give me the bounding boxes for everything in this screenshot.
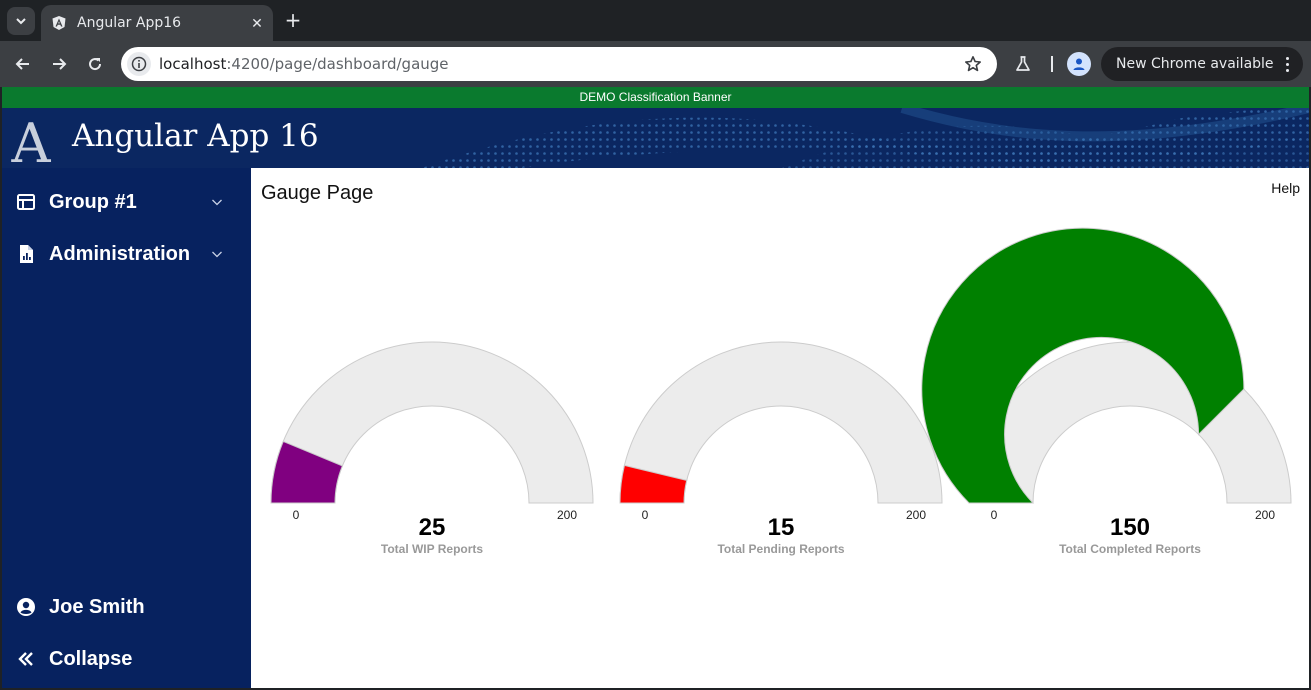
url-host: localhost [159, 55, 227, 73]
arrow-right-icon [53, 58, 67, 70]
browser-toolbar: localhost:4200/page/dashboard/gauge New … [0, 41, 1311, 87]
main-content: Gauge Page Help 0 200 25 Total WIP Reports 0… [251, 168, 1309, 688]
gauge-value-text: 150 [1110, 514, 1150, 541]
new-tab-button[interactable]: + [282, 9, 304, 31]
gauge-value-text: 25 [419, 514, 446, 541]
gauge-0: 0 200 25Total WIP Reports [270, 341, 594, 556]
double-chevron-left-icon [16, 649, 36, 669]
collapse-button[interactable]: Collapse [2, 639, 251, 679]
account-circle-icon [16, 597, 36, 617]
url-text: localhost:4200/page/dashboard/gauge [159, 55, 961, 73]
dashboard-icon [16, 192, 36, 212]
more-vert-icon[interactable] [1279, 54, 1295, 74]
reload-button[interactable] [83, 52, 107, 76]
reload-icon [89, 58, 102, 71]
gauge-min-label: 0 [642, 508, 649, 522]
gauge-max-label: 200 [557, 508, 577, 522]
gauge-max-label: 200 [906, 508, 926, 522]
angular-favicon-icon [51, 15, 67, 31]
app-logo: A [11, 112, 52, 166]
chevron-down-icon [16, 18, 26, 25]
arrow-left-icon [15, 58, 29, 70]
url-path: :4200/page/dashboard/gauge [226, 55, 449, 73]
sidebar-item-label: Group #1 [49, 190, 137, 213]
update-label: New Chrome available [1116, 56, 1274, 72]
user-name: Joe Smith [49, 595, 145, 618]
close-tab-icon[interactable]: ✕ [247, 13, 267, 33]
chrome-labs-icon[interactable] [1012, 52, 1034, 76]
app-header: A Angular App 16 [2, 108, 1309, 168]
forward-button[interactable] [47, 52, 71, 76]
sidebar-item-group-1[interactable]: Group #1 [2, 182, 251, 222]
chevron-down-icon [210, 195, 224, 209]
gauge-title: Total WIP Reports [381, 542, 484, 556]
tab-search-button[interactable] [7, 7, 35, 35]
gauge-title: Total Completed Reports [1059, 542, 1201, 556]
report-icon [16, 244, 36, 264]
sidebar-item-label: Administration [49, 242, 191, 265]
bookmark-star-icon[interactable] [961, 52, 985, 76]
new-chrome-available-button[interactable]: New Chrome available [1101, 47, 1303, 81]
chevron-down-icon [210, 247, 224, 261]
gauge-value-text: 15 [768, 514, 795, 541]
browser-tabstrip: Angular App16 ✕ + [0, 0, 1311, 41]
gauge-2: 0 200 150Total Completed Reports [921, 227, 1292, 556]
browser-tab[interactable]: Angular App16 ✕ [41, 5, 273, 41]
site-info-icon[interactable] [127, 52, 151, 76]
gauge-min-label: 0 [293, 508, 300, 522]
collapse-label: Collapse [49, 647, 133, 670]
sidebar: Group #1 Administration Joe Smith Collap… [2, 168, 251, 688]
profile-avatar-icon[interactable] [1067, 52, 1091, 76]
logo-letter: A [11, 112, 52, 166]
gauge-1: 0 200 15Total Pending Reports [619, 341, 943, 556]
gauge-charts: 0 200 25Total WIP Reports 0 200 15Total Pendi… [270, 227, 1292, 556]
gauge-title: Total Pending Reports [717, 542, 844, 556]
app-title: Angular App 16 [72, 118, 319, 154]
gauge-min-label: 0 [991, 508, 998, 522]
toolbar-divider [1051, 56, 1053, 72]
sidebar-user[interactable]: Joe Smith [2, 587, 251, 627]
address-bar[interactable]: localhost:4200/page/dashboard/gauge [121, 47, 997, 81]
tab-title: Angular App16 [77, 15, 182, 31]
gauge-max-label: 200 [1255, 508, 1275, 522]
classification-banner: DEMO Classification Banner [2, 87, 1309, 108]
sidebar-item-administration[interactable]: Administration [2, 234, 251, 274]
back-button[interactable] [11, 52, 35, 76]
